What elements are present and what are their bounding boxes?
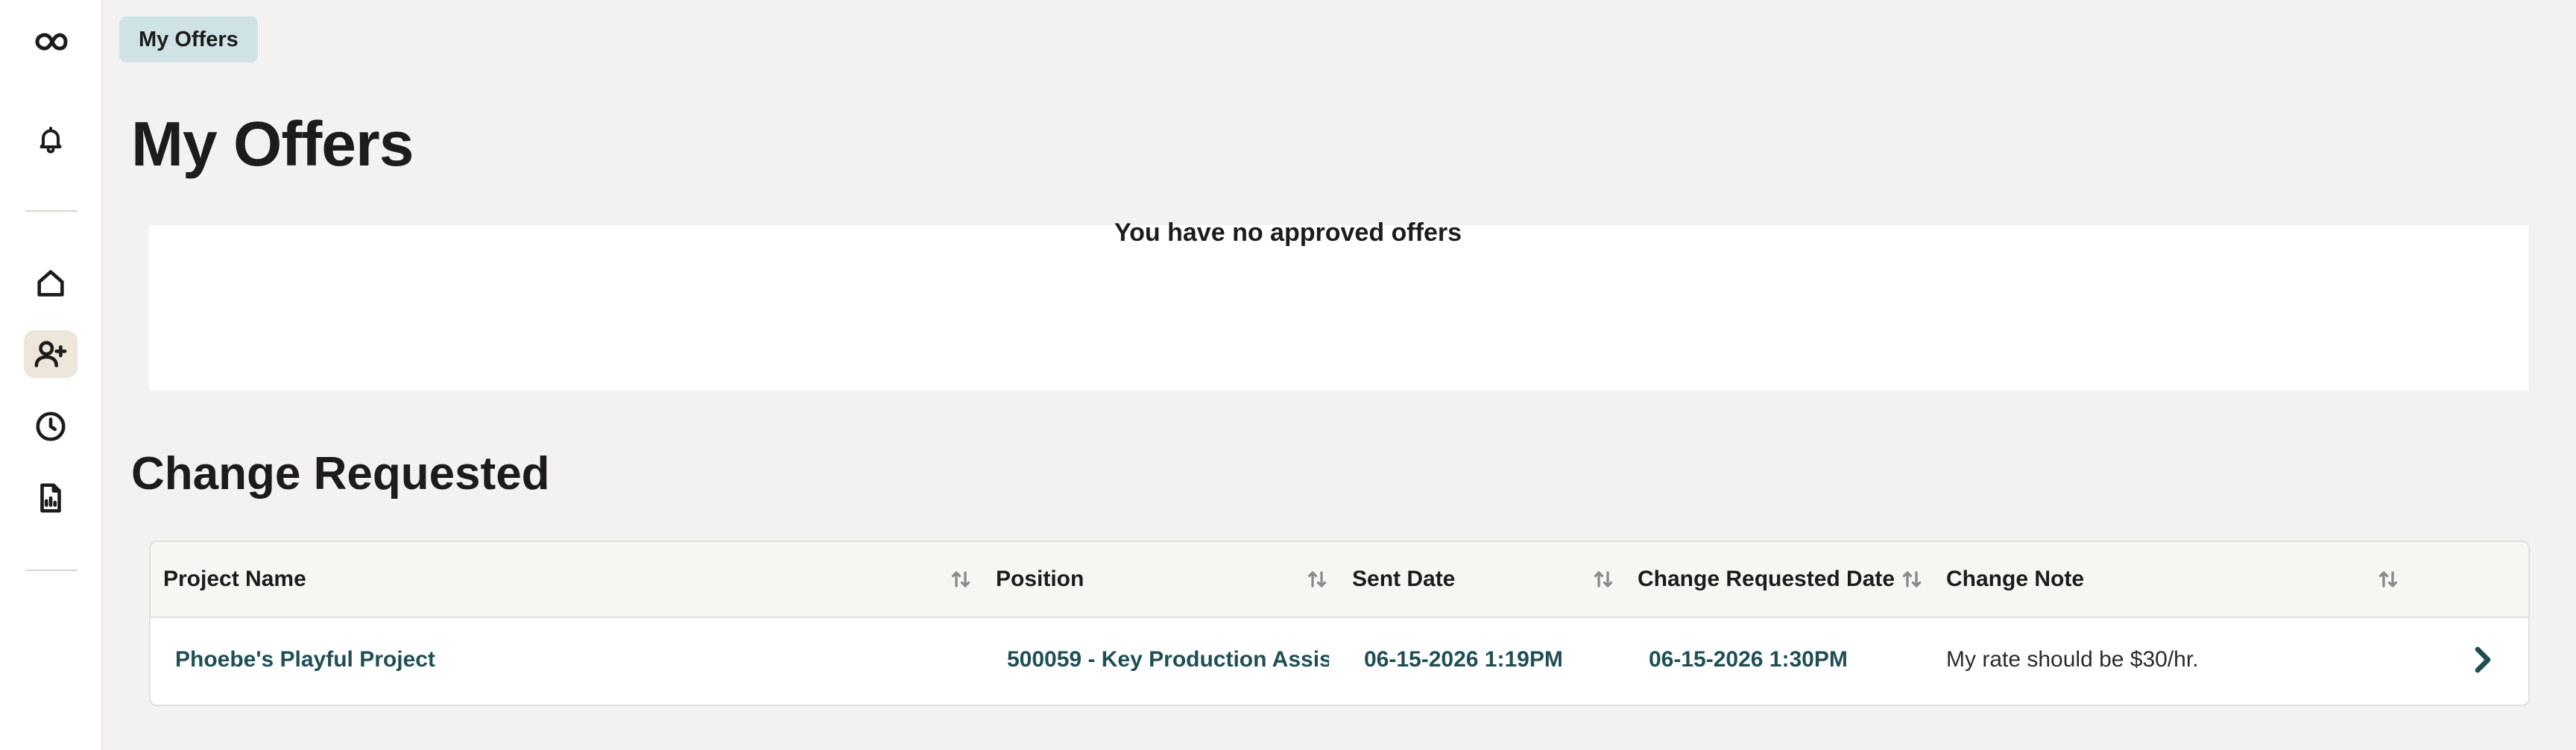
sort-icon[interactable] bbox=[1306, 567, 1328, 591]
cell-change-note: My rate should be $30/hr. bbox=[1946, 647, 2199, 672]
logo-icon[interactable] bbox=[24, 18, 78, 66]
column-header-project-name[interactable]: Project Name bbox=[163, 542, 306, 617]
sidebar-divider bbox=[25, 210, 78, 212]
column-header-change-requested-date[interactable]: Change Requested Date bbox=[1638, 542, 1895, 617]
cell-change-requested-date: 06-15-2026 1:30PM bbox=[1649, 647, 1848, 672]
sort-icon[interactable] bbox=[2377, 567, 2399, 591]
sort-icon[interactable] bbox=[950, 567, 972, 591]
sort-icon[interactable] bbox=[1901, 567, 1923, 591]
table-row[interactable]: Phoebe's Playful Project 500059 - Key Pr… bbox=[151, 617, 2528, 703]
user-plus-icon[interactable] bbox=[24, 330, 78, 378]
section-title-change-requested: Change Requested bbox=[131, 448, 550, 500]
home-icon[interactable] bbox=[24, 259, 78, 307]
sidebar-divider bbox=[25, 570, 78, 571]
document-chart-icon[interactable] bbox=[24, 474, 78, 522]
clock-icon[interactable] bbox=[24, 403, 78, 450]
page-title: My Offers bbox=[131, 109, 414, 179]
cell-project-name[interactable]: Phoebe's Playful Project bbox=[175, 617, 958, 703]
cell-sent-date: 06-15-2026 1:19PM bbox=[1364, 647, 1563, 672]
approved-offers-card bbox=[149, 225, 2528, 391]
table-header: Project Name Position Sent Date Change R… bbox=[151, 542, 2528, 618]
empty-state-message: You have no approved offers bbox=[1114, 218, 1462, 247]
chevron-right-icon[interactable] bbox=[2467, 643, 2497, 676]
change-requested-table: Project Name Position Sent Date Change R… bbox=[149, 541, 2530, 706]
cell-position: 500059 - Key Production Assist bbox=[1007, 647, 1329, 672]
column-header-change-note[interactable]: Change Note bbox=[1946, 542, 2084, 617]
breadcrumb[interactable]: My Offers bbox=[119, 16, 258, 63]
column-header-sent-date[interactable]: Sent Date bbox=[1352, 542, 1455, 617]
bell-icon[interactable] bbox=[24, 116, 78, 163]
column-header-position[interactable]: Position bbox=[996, 542, 1084, 617]
sidebar bbox=[0, 0, 103, 750]
sort-icon[interactable] bbox=[1592, 567, 1614, 591]
